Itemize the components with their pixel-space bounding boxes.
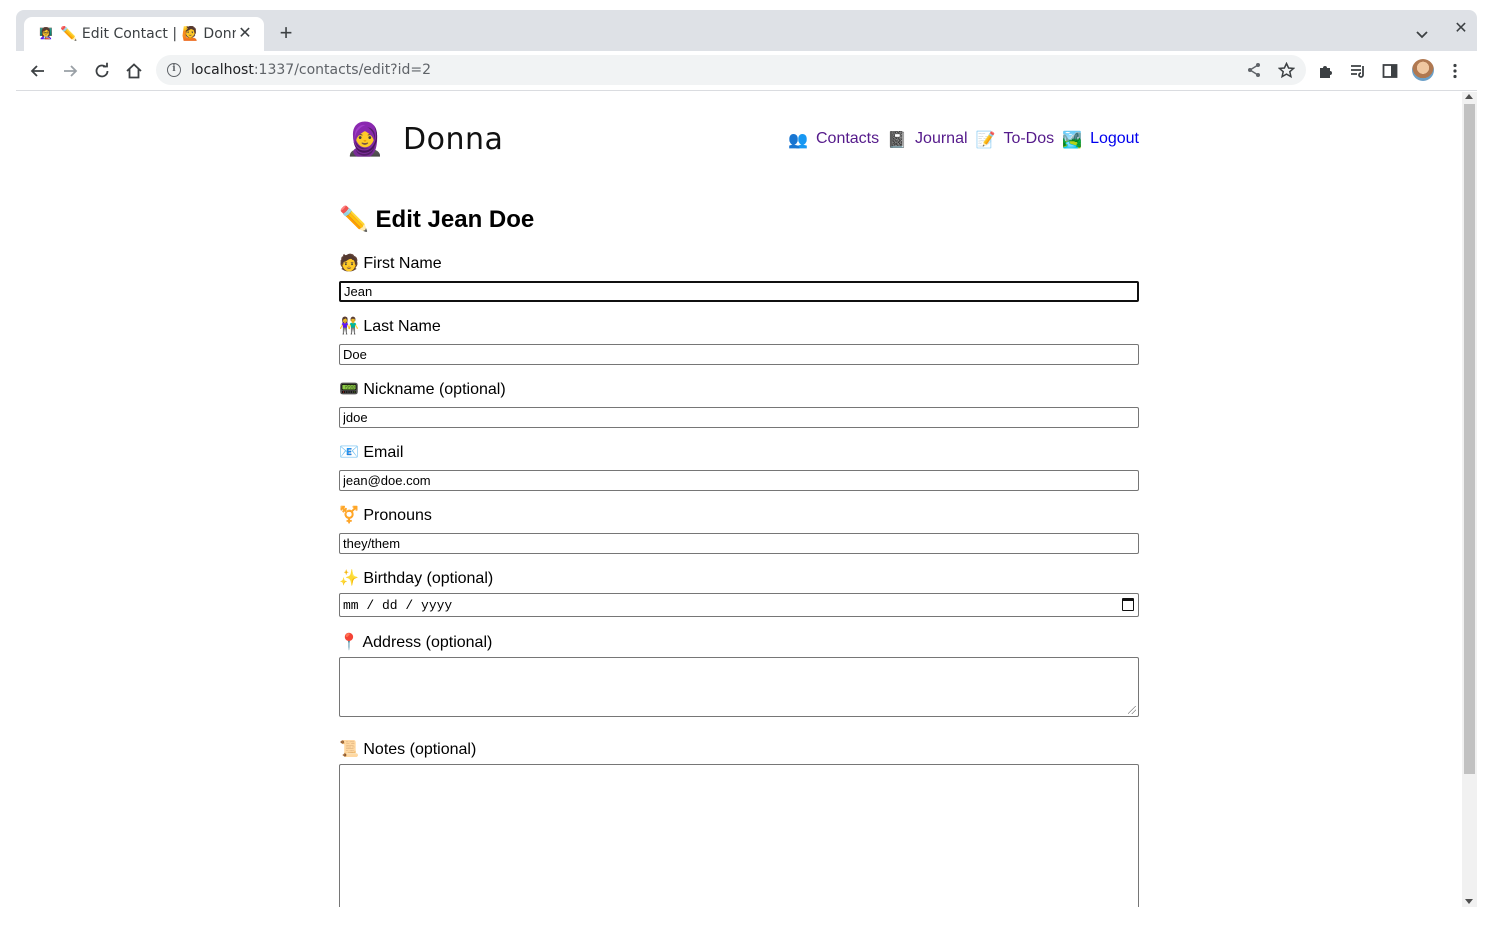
page-container: 🧕 Donna 👥 Contacts 📓 Journal 📝 To-Dos 🏞️ Log… bbox=[339, 92, 1139, 907]
pronouns-label: ⚧️ Pronouns bbox=[339, 507, 432, 524]
notes-textarea[interactable] bbox=[339, 764, 1139, 907]
brand-name: Donna bbox=[403, 121, 504, 157]
email-field: 📧 Email bbox=[339, 444, 1139, 491]
reading-list-icon[interactable] bbox=[1348, 61, 1368, 81]
last-name-field: 👫 Last Name bbox=[339, 318, 1139, 365]
page-scrollbar[interactable] bbox=[1462, 92, 1477, 907]
email-input[interactable] bbox=[339, 470, 1139, 491]
nav-contacts-icon: 👥 bbox=[788, 132, 808, 149]
scroll-up-arrow-icon[interactable] bbox=[1465, 94, 1473, 99]
browser-toolbar: i localhost:1337/contacts/edit?id=2 bbox=[16, 51, 1477, 91]
brand[interactable]: 🧕 Donna bbox=[345, 120, 503, 158]
share-icon[interactable] bbox=[1245, 61, 1263, 79]
url-text[interactable]: localhost:1337/contacts/edit?id=2 bbox=[191, 62, 431, 78]
notes-field: 📜 Notes (optional) bbox=[339, 741, 1139, 907]
browser-window: 👩‍🏫 ✏️ Edit Contact | 🙋 Donna ✕ + ✕ i lo… bbox=[16, 10, 1477, 907]
nav-link-journal[interactable]: Journal bbox=[915, 130, 967, 150]
tab-search-chevron-icon[interactable] bbox=[1412, 24, 1432, 44]
bookmark-star-icon[interactable] bbox=[1277, 61, 1295, 79]
scroll-thumb[interactable] bbox=[1464, 104, 1475, 774]
scroll-down-arrow-icon[interactable] bbox=[1465, 899, 1473, 904]
address-textarea[interactable] bbox=[339, 657, 1139, 717]
address-label: 📍 Address (optional) bbox=[339, 634, 493, 651]
home-icon[interactable] bbox=[122, 59, 146, 83]
main-nav: 👥 Contacts 📓 Journal 📝 To-Dos 🏞️ Logout bbox=[788, 130, 1139, 150]
resize-handle-icon[interactable] bbox=[1128, 706, 1136, 714]
tab-strip: 👩‍🏫 ✏️ Edit Contact | 🙋 Donna ✕ + ✕ bbox=[16, 10, 1477, 51]
forward-arrow-icon[interactable] bbox=[58, 59, 82, 83]
site-info-icon[interactable]: i bbox=[167, 63, 181, 77]
tab-favicon-icon: 👩‍🏫 bbox=[39, 28, 53, 40]
last-name-label: 👫 Last Name bbox=[339, 318, 441, 335]
nav-link-contacts[interactable]: Contacts bbox=[816, 130, 879, 150]
reload-icon[interactable] bbox=[90, 59, 114, 83]
site-header: 🧕 Donna 👥 Contacts 📓 Journal 📝 To-Dos 🏞️ Log… bbox=[339, 92, 1139, 212]
first-name-field: 🧑 First Name bbox=[339, 255, 1139, 302]
nickname-label: 📟 Nickname (optional) bbox=[339, 381, 506, 398]
url-host: localhost bbox=[191, 62, 254, 78]
url-path: :1337/contacts/edit?id=2 bbox=[253, 62, 432, 78]
browser-tab-active[interactable]: 👩‍🏫 ✏️ Edit Contact | 🙋 Donna ✕ bbox=[24, 17, 264, 51]
nav-logout-icon: 🏞️ bbox=[1062, 132, 1083, 149]
back-arrow-icon[interactable] bbox=[26, 59, 50, 83]
nav-link-logout[interactable]: Logout bbox=[1090, 130, 1139, 150]
page-title: ✏️ Edit Jean Doe bbox=[339, 206, 535, 233]
birthday-label: ✨ Birthday (optional) bbox=[339, 570, 494, 587]
pronouns-field: ⚧️ Pronouns bbox=[339, 507, 1139, 554]
nickname-field: 📟 Nickname (optional) bbox=[339, 381, 1139, 428]
calendar-icon[interactable] bbox=[1122, 598, 1134, 611]
birthday-placeholder: mm / dd / yyyy bbox=[343, 597, 453, 613]
new-tab-icon[interactable]: + bbox=[274, 22, 298, 46]
donna-logo-icon: 🧕 bbox=[345, 121, 385, 157]
page-viewport: 🧕 Donna 👥 Contacts 📓 Journal 📝 To-Dos 🏞️ Log… bbox=[16, 92, 1477, 907]
tab-close-icon[interactable]: ✕ bbox=[236, 25, 254, 43]
first-name-label: 🧑 First Name bbox=[339, 255, 442, 272]
address-bar[interactable]: i localhost:1337/contacts/edit?id=2 bbox=[156, 55, 1306, 85]
extensions-puzzle-icon[interactable] bbox=[1316, 61, 1336, 81]
side-panel-icon[interactable] bbox=[1380, 61, 1400, 81]
profile-avatar[interactable] bbox=[1412, 59, 1434, 81]
nav-journal-icon: 📓 bbox=[887, 132, 908, 149]
nav-link-todos[interactable]: To-Dos bbox=[1003, 130, 1054, 150]
email-label: 📧 Email bbox=[339, 444, 404, 461]
address-field: 📍 Address (optional) bbox=[339, 634, 1139, 717]
first-name-input[interactable] bbox=[339, 281, 1139, 302]
more-menu-icon[interactable] bbox=[1445, 61, 1465, 81]
nickname-input[interactable] bbox=[339, 407, 1139, 428]
notes-label: 📜 Notes (optional) bbox=[339, 741, 477, 758]
tab-title: ✏️ Edit Contact | 🙋 Donna bbox=[60, 26, 236, 42]
last-name-input[interactable] bbox=[339, 344, 1139, 365]
pronouns-input[interactable] bbox=[339, 533, 1139, 554]
birthday-date-input[interactable]: mm / dd / yyyy bbox=[339, 593, 1139, 617]
nav-todos-icon: 📝 bbox=[975, 132, 996, 149]
window-close-icon[interactable]: ✕ bbox=[1452, 20, 1470, 38]
birthday-field: ✨ Birthday (optional) mm / dd / yyyy bbox=[339, 570, 1139, 617]
